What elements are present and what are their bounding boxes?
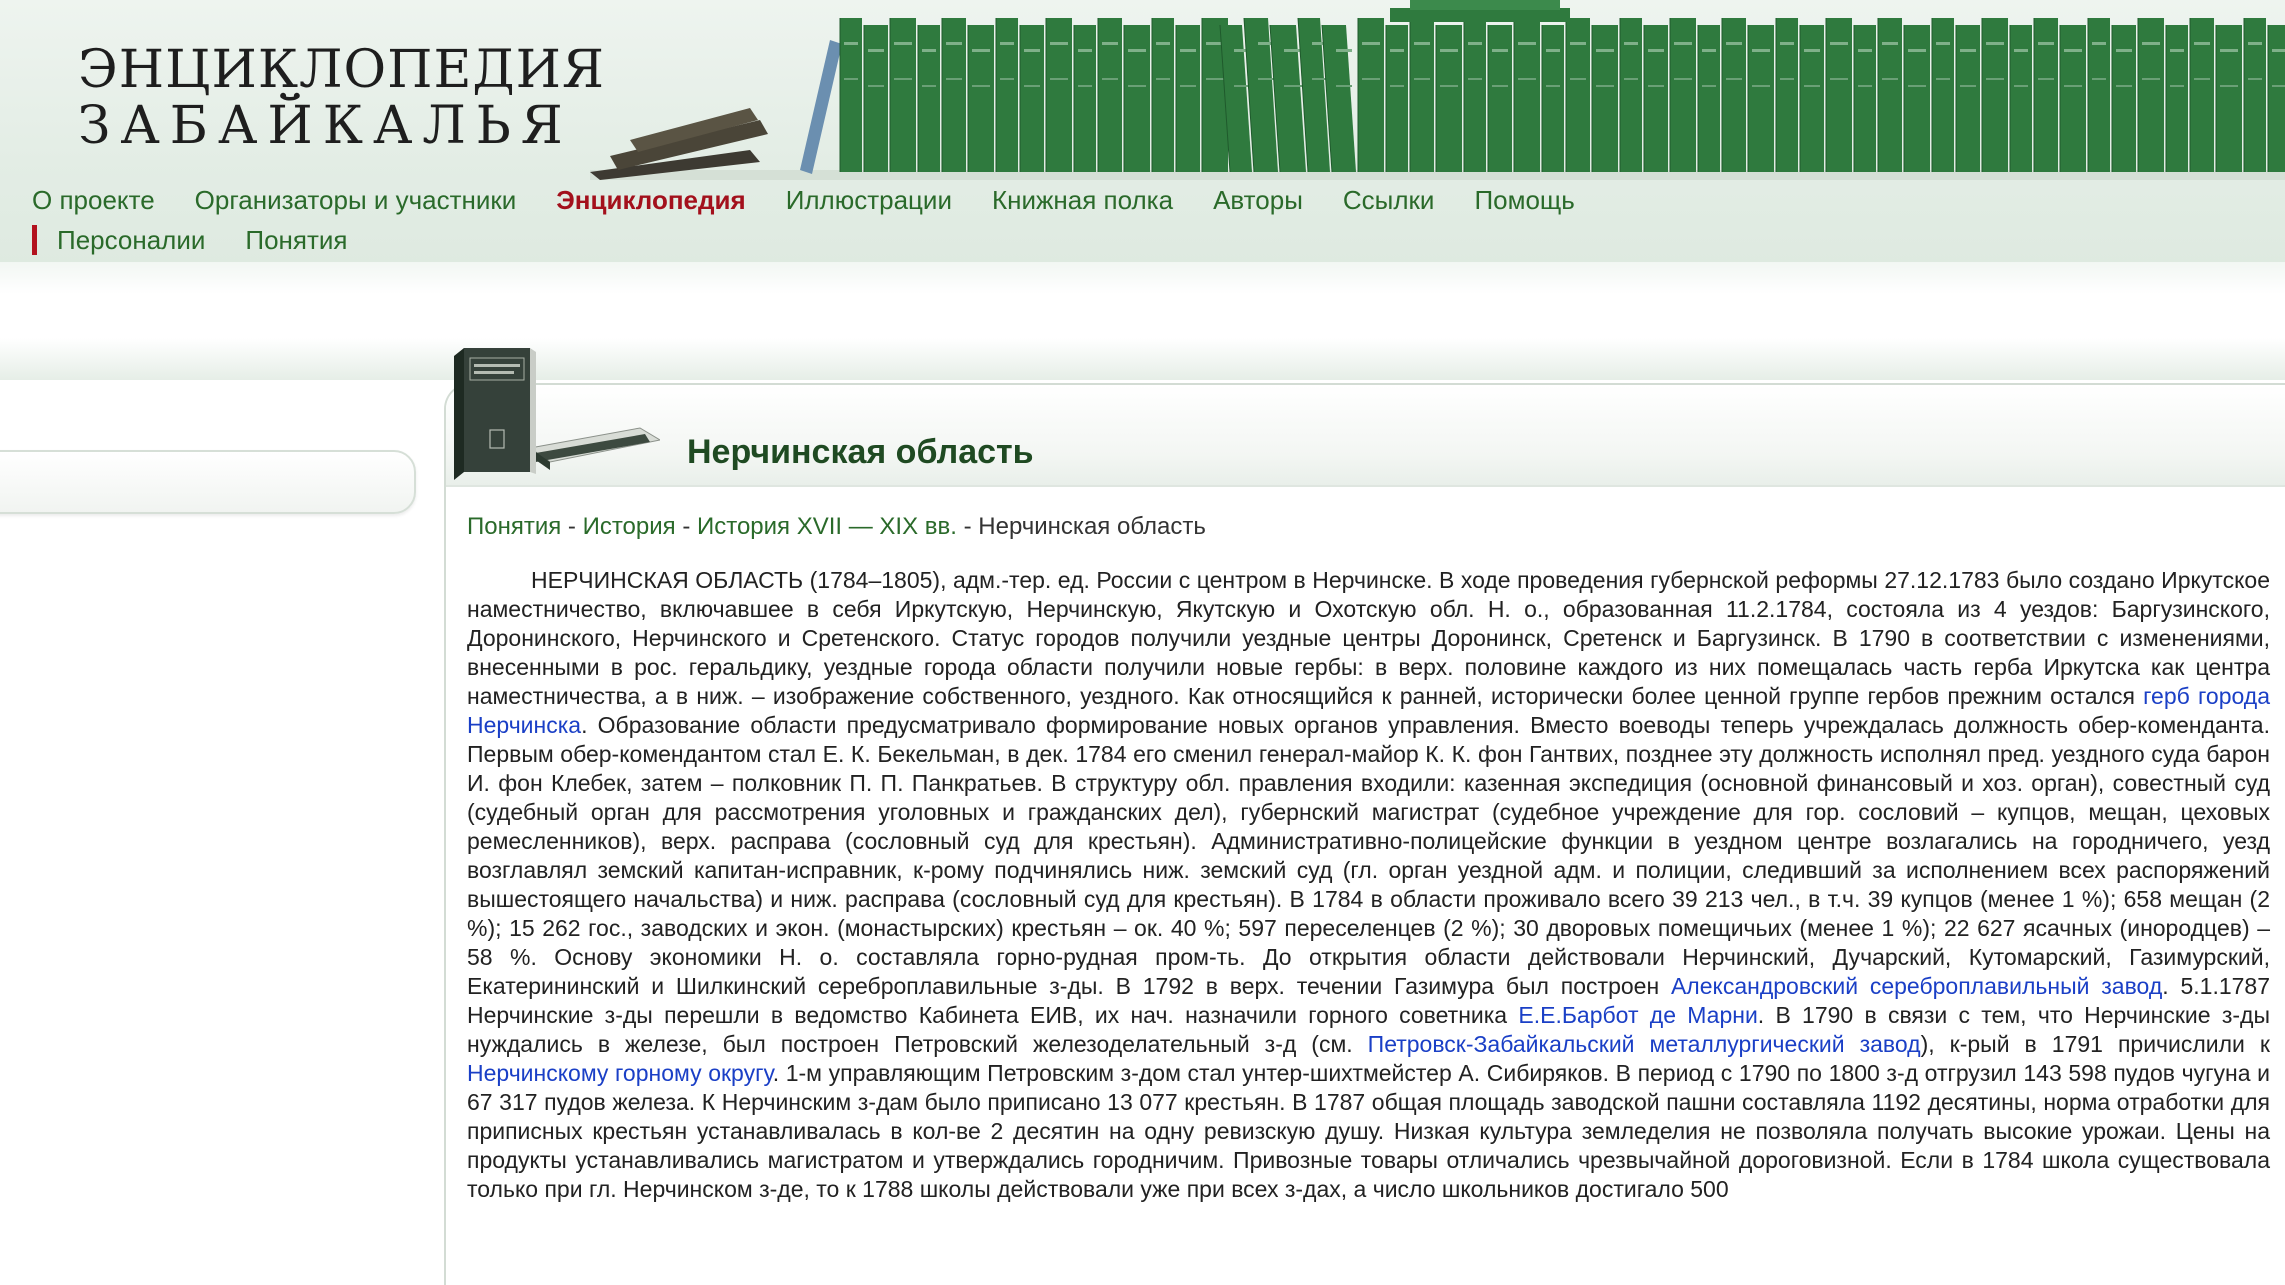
article-text: . Образование области предусматривало фо…: [467, 712, 2270, 999]
divider-band: [0, 338, 2285, 380]
breadcrumb: Понятия - История - История XVII — XIX в…: [467, 513, 1206, 541]
nav-item-encyclopedia[interactable]: Энциклопедия: [556, 180, 745, 220]
breadcrumb-current: Нерчинская область: [978, 513, 1206, 540]
site-logo[interactable]: ЭНЦИКЛОПЕДИЯ ЗАБАЙКАЛЬЯ: [78, 42, 605, 154]
article-link-nerchinsk-mining-district[interactable]: Нерчинскому горному округу: [467, 1060, 773, 1086]
nav-item-links[interactable]: Ссылки: [1343, 180, 1435, 220]
sub-nav-marker: [32, 225, 37, 255]
nav-item-illustrations[interactable]: Иллюстрации: [786, 180, 952, 220]
sub-nav-item-persons[interactable]: Персоналии: [57, 220, 205, 260]
article-body: НЕРЧИНСКАЯ ОБЛАСТЬ (1784–1805), адм.-тер…: [467, 566, 2270, 1204]
nav-item-help[interactable]: Помощь: [1474, 180, 1574, 220]
breadcrumb-link-concepts[interactable]: Понятия: [467, 513, 561, 540]
nav-item-bookshelf[interactable]: Книжная полка: [992, 180, 1173, 220]
nav-item-about[interactable]: О проекте: [32, 180, 155, 220]
sidebar-panel: [0, 450, 416, 514]
article-link-barbot-de-marni[interactable]: Е.Е.Барбот де Марни: [1518, 1002, 1757, 1028]
sub-nav: Персоналии Понятия: [32, 220, 388, 260]
sub-nav-item-concepts[interactable]: Понятия: [245, 220, 347, 260]
breadcrumb-link-history[interactable]: История: [583, 513, 676, 540]
article-text: ), к-рый в 1791 причислили к: [1920, 1031, 2270, 1057]
main-nav: О проекте Организаторы и участники Энцик…: [32, 180, 1615, 220]
page-title: Нерчинская область: [687, 432, 1034, 471]
breadcrumb-separator: -: [561, 513, 583, 540]
nav-item-organizers[interactable]: Организаторы и участники: [195, 180, 517, 220]
encyclopedia-volume-image: [454, 348, 660, 480]
article-link-aleksandrovsky-plant[interactable]: Александровский сереброплавильный завод: [1671, 973, 2162, 999]
bookshelf-banner-image: [590, 0, 2285, 180]
header-fade: [0, 262, 2285, 294]
breadcrumb-separator: -: [675, 513, 697, 540]
breadcrumb-link-history-17-19[interactable]: История XVII — XIX вв.: [697, 513, 957, 540]
logo-line-1: ЭНЦИКЛОПЕДИЯ: [78, 40, 606, 100]
logo-line-2: ЗАБАЙКАЛЬЯ: [78, 96, 573, 156]
breadcrumb-separator: -: [956, 513, 979, 540]
article-text: НЕРЧИНСКАЯ ОБЛАСТЬ (1784–1805), адм.-тер…: [467, 567, 2270, 709]
article-link-petrovsk-zabaikalsky-plant[interactable]: Петровск-Забайкальский металлургический …: [1368, 1031, 1921, 1057]
nav-item-authors[interactable]: Авторы: [1213, 180, 1303, 220]
